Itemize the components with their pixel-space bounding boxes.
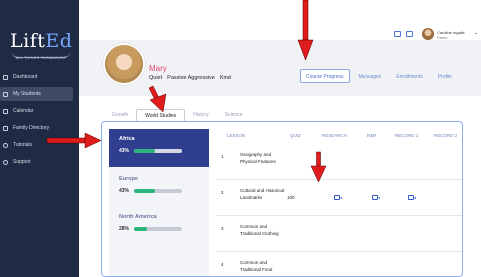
arrow-to-africa <box>46 132 102 149</box>
arrow-to-research-video <box>310 151 327 183</box>
annotation-arrows <box>46 0 327 183</box>
arrow-to-course-progress <box>297 0 314 61</box>
arrow-to-world-studies <box>148 85 167 113</box>
app-window: LiftEd ALL THINGS PARAMOUNT Dashboard My… <box>0 0 481 277</box>
